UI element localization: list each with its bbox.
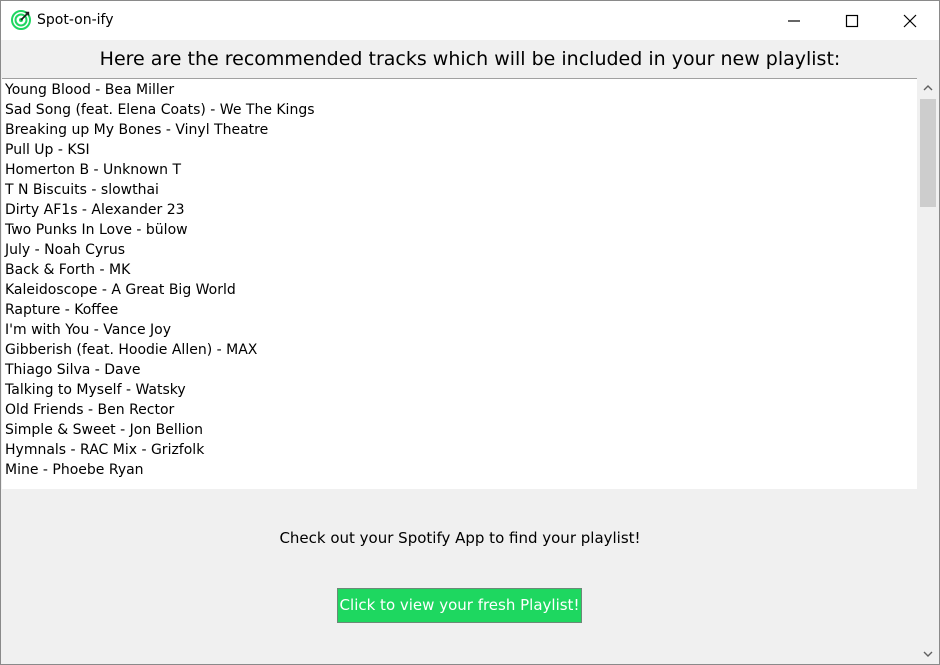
track-list-item[interactable]: July - Noah Cyrus: [2, 240, 917, 260]
track-list-item[interactable]: Sad Song (feat. Elena Coats) - We The Ki…: [2, 100, 917, 120]
track-list-item[interactable]: Thiago Silva - Dave: [2, 360, 917, 380]
track-list-item[interactable]: Rapture - Koffee: [2, 300, 917, 320]
track-list-item[interactable]: I'm with You - Vance Joy: [2, 320, 917, 340]
track-list-item[interactable]: Talking to Myself - Watsky: [2, 380, 917, 400]
track-list-item[interactable]: Old Friends - Ben Rector: [2, 400, 917, 420]
playlist-info-text: Check out your Spotify App to find your …: [279, 529, 641, 547]
minimize-icon: [788, 20, 800, 22]
track-list[interactable]: Young Blood - Bea Miller Sad Song (feat. …: [2, 78, 917, 489]
window-title: Spot-on-ify: [37, 12, 114, 28]
track-list-item[interactable]: Pull Up - KSI: [2, 140, 917, 160]
maximize-icon: [845, 14, 859, 28]
track-list-item[interactable]: Back & Forth - MK: [2, 260, 917, 280]
close-icon: [903, 14, 917, 28]
track-list-item[interactable]: Breaking up My Bones - Vinyl Theatre: [2, 120, 917, 140]
app-window: Spot-on-ify Here are the recommended tra…: [0, 0, 940, 665]
track-list-item[interactable]: Dirty AF1s - Alexander 23: [2, 200, 917, 220]
page-heading: Here are the recommended tracks which wi…: [99, 48, 841, 70]
track-list-item[interactable]: Mine - Phoebe Ryan: [2, 460, 917, 480]
track-list-item[interactable]: Simple & Sweet - Jon Bellion: [2, 420, 917, 440]
vertical-scrollbar[interactable]: [918, 78, 938, 664]
track-list-item[interactable]: Kaleidoscope - A Great Big World: [2, 280, 917, 300]
app-logo-icon: [11, 10, 31, 30]
scroll-down-button[interactable]: [918, 644, 938, 664]
title-bar[interactable]: Spot-on-ify: [1, 1, 939, 40]
track-list-item[interactable]: Gibberish (feat. Hoodie Allen) - MAX: [2, 340, 917, 360]
scrollbar-thumb[interactable]: [920, 99, 936, 207]
chevron-down-icon: [923, 651, 933, 657]
track-list-item[interactable]: Homerton B - Unknown T: [2, 160, 917, 180]
view-playlist-button[interactable]: Click to view your fresh Playlist!: [337, 588, 582, 623]
chevron-up-icon: [923, 85, 933, 91]
scroll-up-button[interactable]: [918, 78, 938, 98]
close-button[interactable]: [881, 1, 939, 40]
track-list-item[interactable]: Young Blood - Bea Miller: [2, 80, 917, 100]
track-list-item[interactable]: Two Punks In Love - bülow: [2, 220, 917, 240]
track-list-item[interactable]: T N Biscuits - slowthai: [2, 180, 917, 200]
minimize-button[interactable]: [765, 1, 823, 40]
track-list-item[interactable]: Hymnals - RAC Mix - Grizfolk: [2, 440, 917, 460]
maximize-button[interactable]: [823, 1, 881, 40]
